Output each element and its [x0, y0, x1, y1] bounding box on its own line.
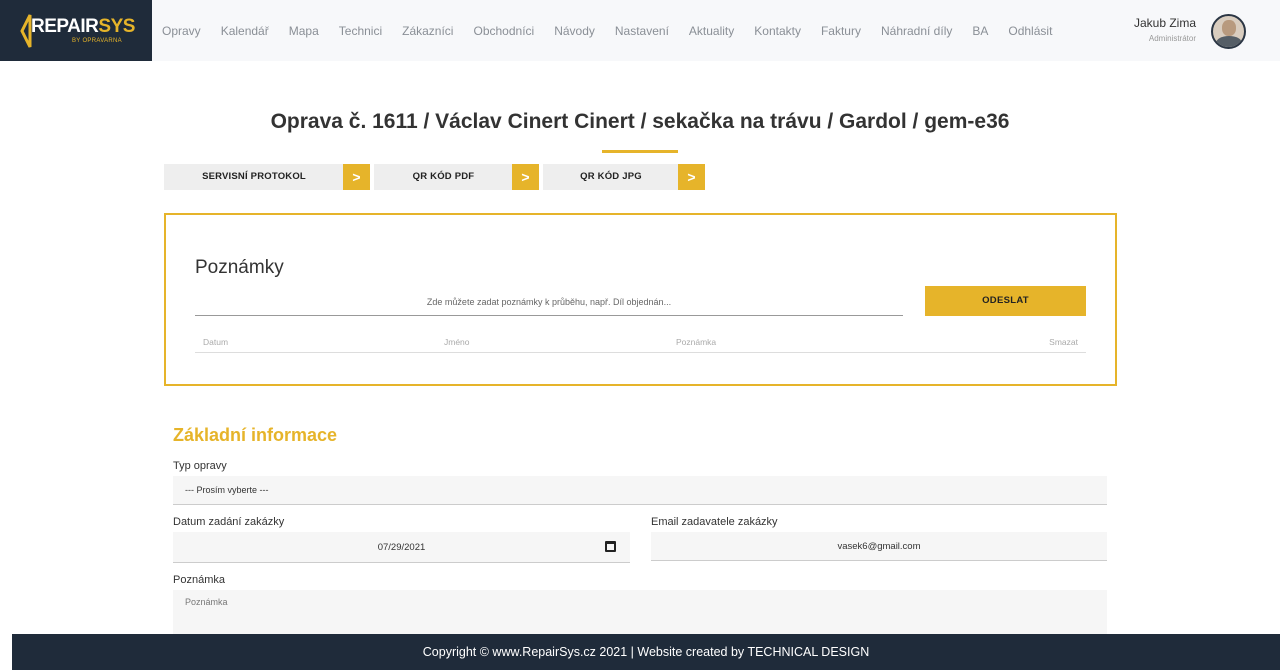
note-label: Poznámka — [173, 574, 225, 586]
chevron-right-icon: > — [512, 164, 539, 190]
nav-nastaveni[interactable]: Nastavení — [615, 24, 669, 38]
chevron-right-icon: > — [343, 164, 370, 190]
email-label: Email zadavatele zakázky — [651, 516, 778, 528]
avatar-head-shape — [1222, 20, 1236, 36]
nav-technici[interactable]: Technici — [339, 24, 382, 38]
nav-navody[interactable]: Návody — [554, 24, 595, 38]
qr-kod-pdf-button[interactable]: QR KÓD PDF > — [374, 164, 539, 190]
column-poznamka: Poznámka — [676, 337, 717, 347]
column-jmeno: Jméno — [444, 337, 470, 347]
notes-panel: Poznámky Zde můžete zadat poznámky k prů… — [164, 213, 1117, 386]
repair-type-label: Typ opravy — [173, 460, 227, 472]
avatar[interactable] — [1211, 14, 1246, 49]
nav-zakaznici[interactable]: Zákazníci — [402, 24, 453, 38]
email-field[interactable]: vasek6@gmail.com — [651, 532, 1107, 561]
footer-copyright: Copyright © www.RepairSys.cz 2021 | Webs… — [422, 645, 745, 659]
send-button[interactable]: ODESLAT — [925, 286, 1086, 316]
qr-kod-jpg-button[interactable]: QR KÓD JPG > — [543, 164, 705, 190]
nav-kontakty[interactable]: Kontakty — [754, 24, 801, 38]
avatar-body-shape — [1216, 36, 1242, 47]
date-label: Datum zadání zakázky — [173, 516, 285, 528]
qr-kod-pdf-label: QR KÓD PDF — [412, 171, 475, 182]
column-datum: Datum — [203, 337, 229, 347]
nav-odhlasit[interactable]: Odhlásit — [1008, 24, 1052, 38]
top-navbar: REPAIRSYS BY OPRAVARNA Opravy Kalendář M… — [0, 0, 1280, 61]
nav-obchodnici[interactable]: Obchodníci — [473, 24, 534, 38]
column-smazat: Smazat — [1049, 337, 1078, 347]
calendar-icon[interactable] — [605, 541, 616, 552]
logo-brand: REPAIRSYS — [31, 16, 135, 37]
page: REPAIRSYS BY OPRAVARNA Opravy Kalendář M… — [0, 0, 1280, 670]
nav-nahradni-dily[interactable]: Náhradní díly — [881, 24, 952, 38]
logo-by-line: BY OPRAVARNA — [72, 38, 122, 44]
footer-credit-link[interactable]: TECHNICAL DESIGN — [747, 645, 869, 659]
nav-kalendar[interactable]: Kalendář — [221, 24, 269, 38]
repairsys-logo[interactable]: REPAIRSYS BY OPRAVARNA — [0, 0, 152, 61]
date-input[interactable]: 07/29/2021 — [173, 532, 630, 563]
nav-mapa[interactable]: Mapa — [289, 24, 319, 38]
qr-kod-jpg-label: QR KÓD JPG — [580, 171, 642, 182]
note-textarea[interactable]: Poznámka — [173, 590, 1107, 634]
nav-ba[interactable]: BA — [972, 24, 988, 38]
date-value: 07/29/2021 — [377, 542, 426, 553]
notes-table-header: Datum Jméno Poznámka Smazat — [195, 336, 1086, 353]
page-title: Oprava č. 1611 / Václav Cinert Cinert / … — [270, 110, 1010, 133]
nav-faktury[interactable]: Faktury — [821, 24, 861, 38]
note-input[interactable]: Zde můžete zadat poznámky k průběhu, nap… — [195, 288, 903, 316]
user-role: Administrátor — [1148, 34, 1196, 43]
nav-opravy[interactable]: Opravy — [162, 24, 201, 38]
servisni-protokol-button[interactable]: SERVISNÍ PROTOKOL > — [164, 164, 370, 190]
repair-type-select[interactable]: --- Prosím vyberte --- — [173, 476, 1107, 505]
user-name: Jakub Zima — [1133, 16, 1196, 30]
user-info[interactable]: Jakub Zima Administrátor — [1134, 16, 1196, 43]
title-underline — [602, 150, 678, 153]
main-nav: Opravy Kalendář Mapa Technici Zákazníci … — [162, 0, 1072, 61]
footer: Copyright © www.RepairSys.cz 2021 | Webs… — [12, 634, 1280, 670]
notes-heading: Poznámky — [195, 257, 284, 278]
chevron-right-icon: > — [678, 164, 705, 190]
nav-aktuality[interactable]: Aktuality — [689, 24, 734, 38]
servisni-protokol-label: SERVISNÍ PROTOKOL — [202, 171, 306, 182]
basic-info-heading: Základní informace — [173, 425, 338, 445]
